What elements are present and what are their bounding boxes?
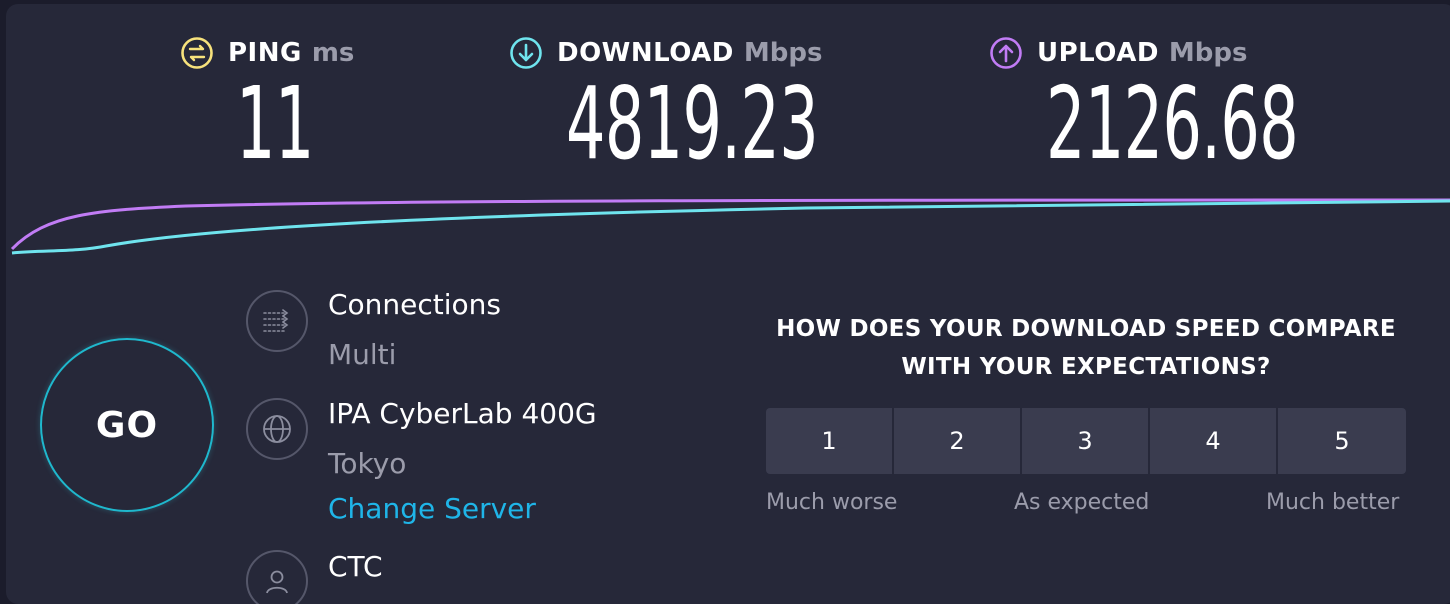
go-button[interactable]: GO [40, 338, 214, 512]
ping-icon [181, 37, 213, 69]
speed-graph [10, 198, 1450, 255]
user-icon [246, 550, 308, 604]
survey-question: HOW DOES YOUR DOWNLOAD SPEED COMPARE WIT… [756, 310, 1416, 386]
speedtest-panel: PING ms 11 DOWNLOAD Mbps 4819.23 UPLOAD … [6, 4, 1450, 604]
rating-buttons: 1 2 3 4 5 [766, 408, 1406, 474]
scale-mid-label: As expected [1014, 490, 1150, 515]
connections-value: Multi [328, 338, 397, 371]
rating-button-5[interactable]: 5 [1278, 408, 1406, 474]
download-speed-line [11, 199, 1450, 255]
ping-label: PING [228, 38, 302, 68]
scale-high-label: Much better [1266, 490, 1400, 515]
rating-button-2[interactable]: 2 [894, 408, 1020, 474]
upload-unit: Mbps [1168, 38, 1248, 68]
download-value: 4819.23 [566, 65, 819, 182]
go-button-label: GO [95, 404, 159, 446]
ping-value: 11 [236, 65, 314, 182]
upload-value: 2126.68 [1046, 65, 1299, 182]
download-icon [510, 37, 542, 69]
upload-label: UPLOAD [1037, 38, 1159, 68]
upload-icon [990, 37, 1022, 69]
connections-icon [246, 290, 308, 352]
change-server-link[interactable]: Change Server [328, 492, 536, 525]
server-name: IPA CyberLab 400G [328, 397, 597, 430]
rating-button-1[interactable]: 1 [766, 408, 892, 474]
globe-icon [246, 398, 308, 460]
provider-name: CTC [328, 550, 383, 583]
download-unit: Mbps [743, 38, 823, 68]
scale-low-label: Much worse [766, 490, 898, 515]
ping-unit: ms [311, 38, 355, 68]
server-location: Tokyo [328, 447, 407, 480]
rating-button-4[interactable]: 4 [1150, 408, 1276, 474]
survey-question-line1: HOW DOES YOUR DOWNLOAD SPEED COMPARE [776, 316, 1396, 342]
upload-speed-line [10, 198, 1450, 251]
survey-question-line2: WITH YOUR EXPECTATIONS? [901, 354, 1271, 380]
download-label: DOWNLOAD [557, 38, 734, 68]
rating-button-3[interactable]: 3 [1022, 408, 1148, 474]
connections-title: Connections [328, 288, 502, 321]
